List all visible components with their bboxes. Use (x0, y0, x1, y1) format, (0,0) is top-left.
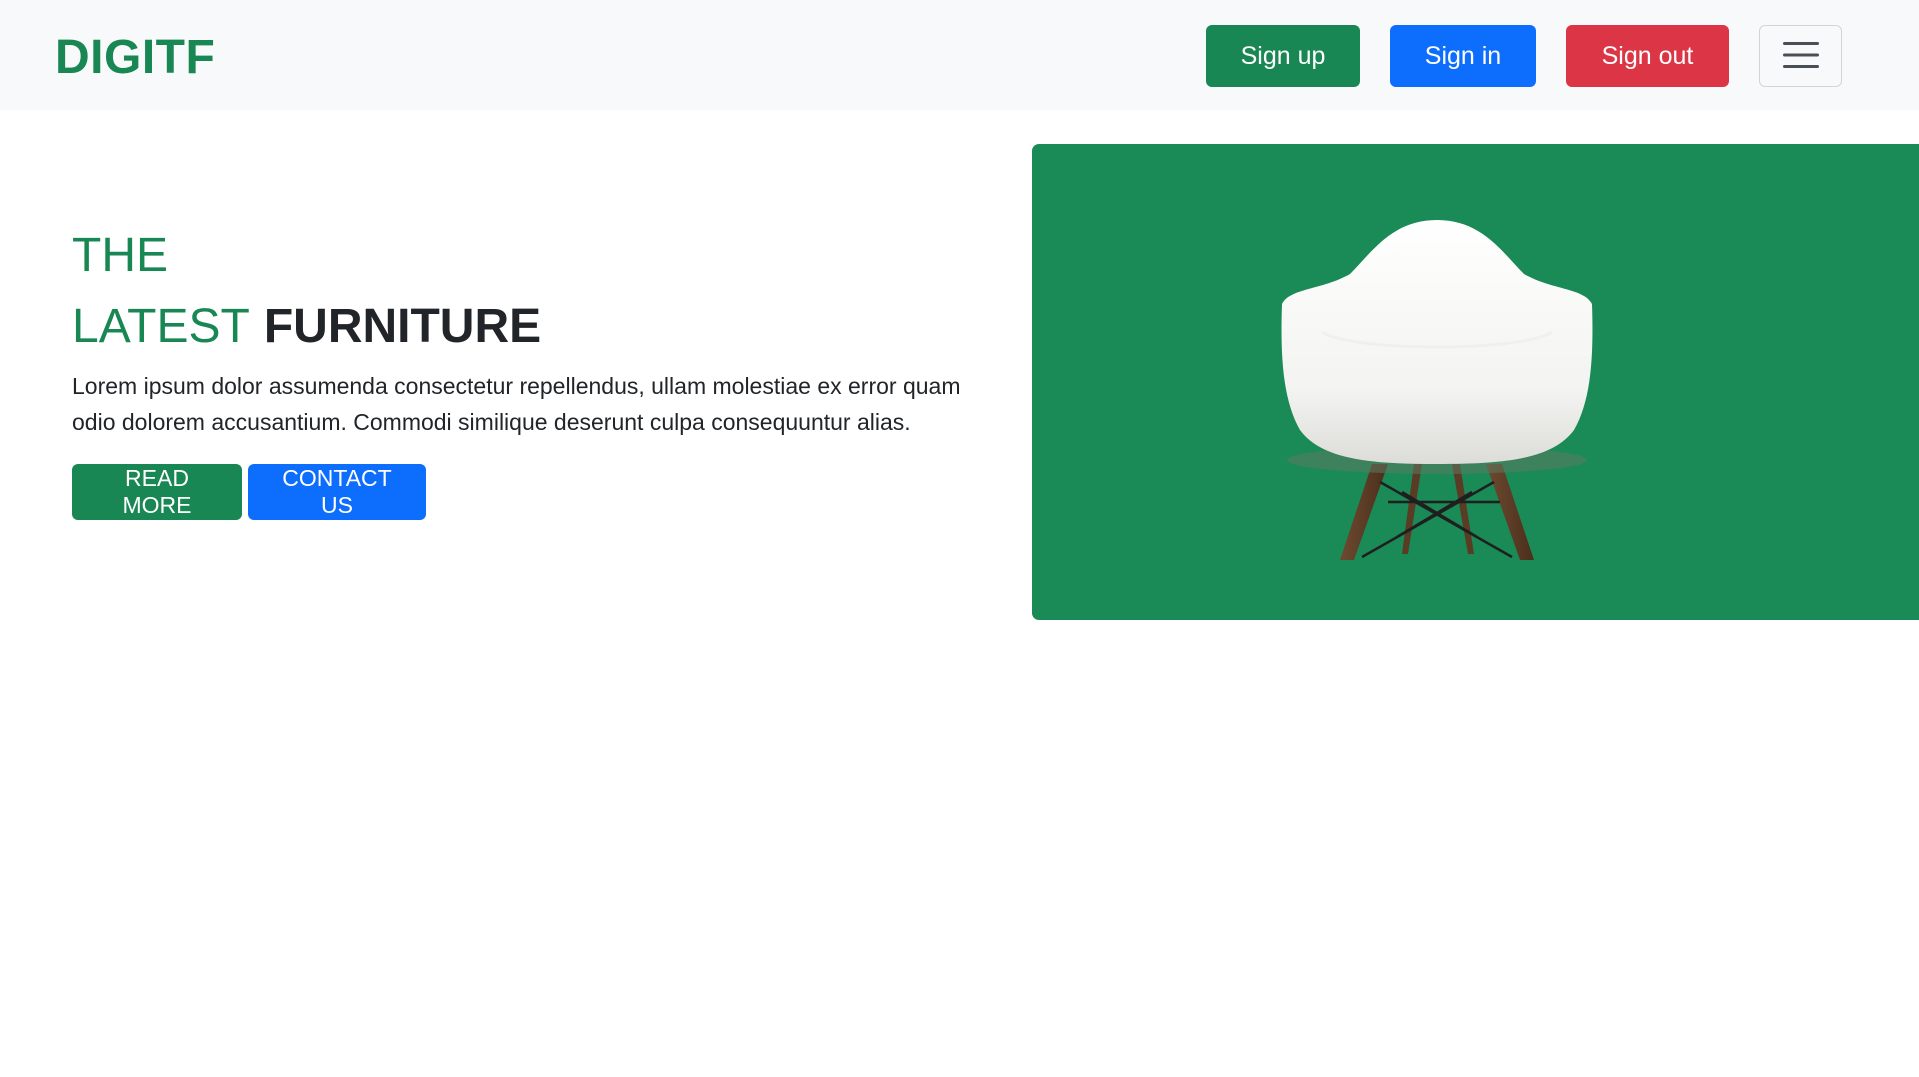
hero-text: THE LATEST FURNITURE Lorem ipsum dolor as… (72, 222, 972, 520)
sign-in-button[interactable]: Sign in (1390, 25, 1536, 87)
hero-title-line2: LATEST FURNITURE (72, 290, 972, 364)
chair-image (1262, 202, 1612, 562)
hero-title-accent: LATEST (72, 300, 250, 353)
read-more-button[interactable]: READ MORE (72, 464, 242, 520)
cta-buttons: READ MORE CONTACT US (72, 464, 972, 520)
sign-out-button[interactable]: Sign out (1566, 25, 1729, 87)
contact-us-button[interactable]: CONTACT US (248, 464, 426, 520)
hero-title-line1: THE (72, 229, 168, 282)
navbar: DIGITF Sign up Sign in Sign out (0, 0, 1919, 110)
navbar-toggler-button[interactable] (1759, 25, 1842, 87)
hero-image-panel (1032, 144, 1919, 620)
hamburger-menu-icon (1782, 40, 1820, 73)
hero-description: Lorem ipsum dolor assumenda consectetur … (72, 373, 961, 435)
sign-up-button[interactable]: Sign up (1206, 25, 1360, 87)
hero-title-strong: FURNITURE (263, 300, 542, 353)
brand-logo[interactable]: DIGITF (55, 30, 215, 86)
